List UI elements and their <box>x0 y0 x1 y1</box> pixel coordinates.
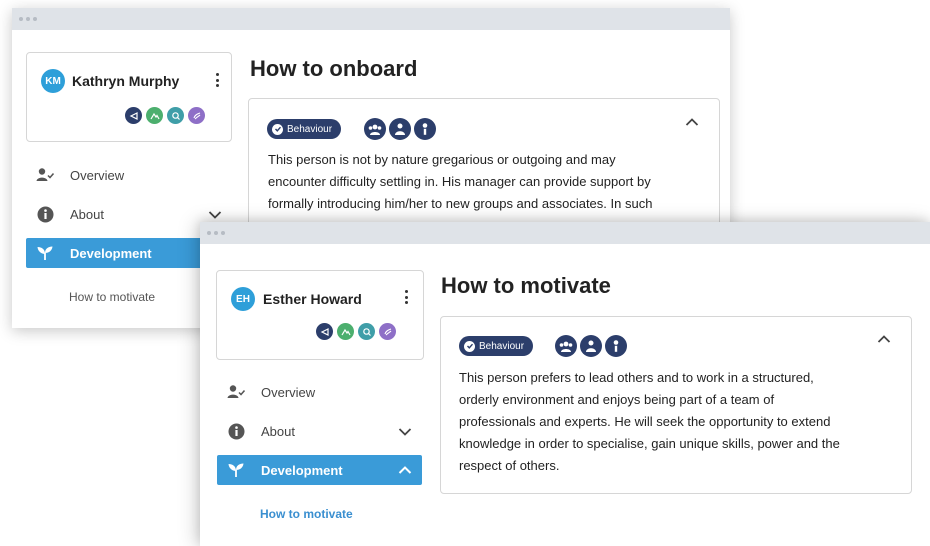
nav-item-about[interactable]: About <box>217 416 422 446</box>
sprout-icon <box>36 244 54 262</box>
check-icon <box>272 123 283 135</box>
send-icon[interactable] <box>316 323 333 340</box>
nav-label: Development <box>261 462 343 478</box>
page-title: How to onboard <box>250 56 418 81</box>
body-line: orderly environment and enjoys being par… <box>459 392 775 407</box>
sprout-icon <box>227 461 245 479</box>
body-line: professionals and experts. He will seek … <box>459 414 831 429</box>
body-line: This person is not by nature gregarious … <box>268 152 616 167</box>
profile-card: KM Kathryn Murphy <box>26 52 232 142</box>
person-info-icon <box>605 335 627 357</box>
profile-badges <box>316 323 396 340</box>
info-icon <box>227 422 245 440</box>
user-check-icon <box>227 383 245 401</box>
body-line: encounter difficulty settling in. His ma… <box>268 174 651 189</box>
body-line: knowledge in order to specialise, gain u… <box>459 436 840 451</box>
window-titlebar <box>200 222 930 244</box>
nav-item-development[interactable]: Development <box>217 455 422 485</box>
nav-label: Overview <box>70 167 125 183</box>
tag-label: Behaviour <box>479 340 525 352</box>
chevron-down-icon[interactable] <box>398 427 412 437</box>
chevron-up-icon[interactable] <box>685 117 699 127</box>
mountain-icon[interactable] <box>146 107 163 124</box>
profile-badges <box>125 107 205 124</box>
mountain-icon[interactable] <box>337 323 354 340</box>
nav-label: Overview <box>261 384 316 400</box>
body-line: This person prefers to lead others and t… <box>459 370 814 385</box>
info-icon <box>36 205 54 223</box>
nav-label: About <box>261 423 295 439</box>
send-icon[interactable] <box>125 107 142 124</box>
front-window: EH Esther Howard Overview About Developm… <box>200 222 930 546</box>
user-name: Kathryn Murphy <box>72 73 180 89</box>
behaviour-tag: Behaviour <box>267 119 342 139</box>
user-name: Esther Howard <box>263 291 362 307</box>
nav-item-overview[interactable]: Overview <box>26 160 232 190</box>
team-icon <box>555 335 577 357</box>
chevron-up-icon[interactable] <box>398 465 412 475</box>
behaviour-tag: Behaviour <box>459 336 534 356</box>
person-info-icon <box>414 118 436 140</box>
user-check-icon <box>36 166 54 184</box>
panel-body: This person is not by nature gregarious … <box>268 149 713 215</box>
search-icon[interactable] <box>167 107 184 124</box>
person-check-icon <box>580 335 602 357</box>
search-icon[interactable] <box>358 323 375 340</box>
more-options-icon[interactable] <box>212 71 222 89</box>
chevron-up-icon[interactable] <box>877 334 891 344</box>
hand-icon[interactable] <box>188 107 205 124</box>
panel-body: This person prefers to lead others and t… <box>459 367 904 477</box>
person-check-icon <box>389 118 411 140</box>
sub-item-how-to-motivate[interactable]: How to motivate <box>69 290 155 304</box>
nav-item-overview[interactable]: Overview <box>217 377 422 407</box>
trait-icons <box>364 118 436 140</box>
avatar[interactable]: KM <box>41 69 65 93</box>
chevron-down-icon[interactable] <box>208 210 222 220</box>
page-title: How to motivate <box>441 273 611 298</box>
tag-label: Behaviour <box>287 123 333 135</box>
body-line: formally introducing him/her to new grou… <box>268 196 653 211</box>
more-options-icon[interactable] <box>401 288 411 306</box>
sub-item-how-to-motivate[interactable]: How to motivate <box>260 507 353 521</box>
nav-label: Development <box>70 245 152 261</box>
nav-label: About <box>70 206 104 222</box>
team-icon <box>364 118 386 140</box>
check-icon <box>464 340 475 352</box>
content-panel: Behaviour This person prefers to lead ot… <box>440 316 912 494</box>
window-titlebar <box>12 8 730 30</box>
profile-card: EH Esther Howard <box>216 270 424 360</box>
avatar[interactable]: EH <box>231 287 255 311</box>
trait-icons <box>555 335 627 357</box>
hand-icon[interactable] <box>379 323 396 340</box>
body-line: respect of others. <box>459 458 560 473</box>
